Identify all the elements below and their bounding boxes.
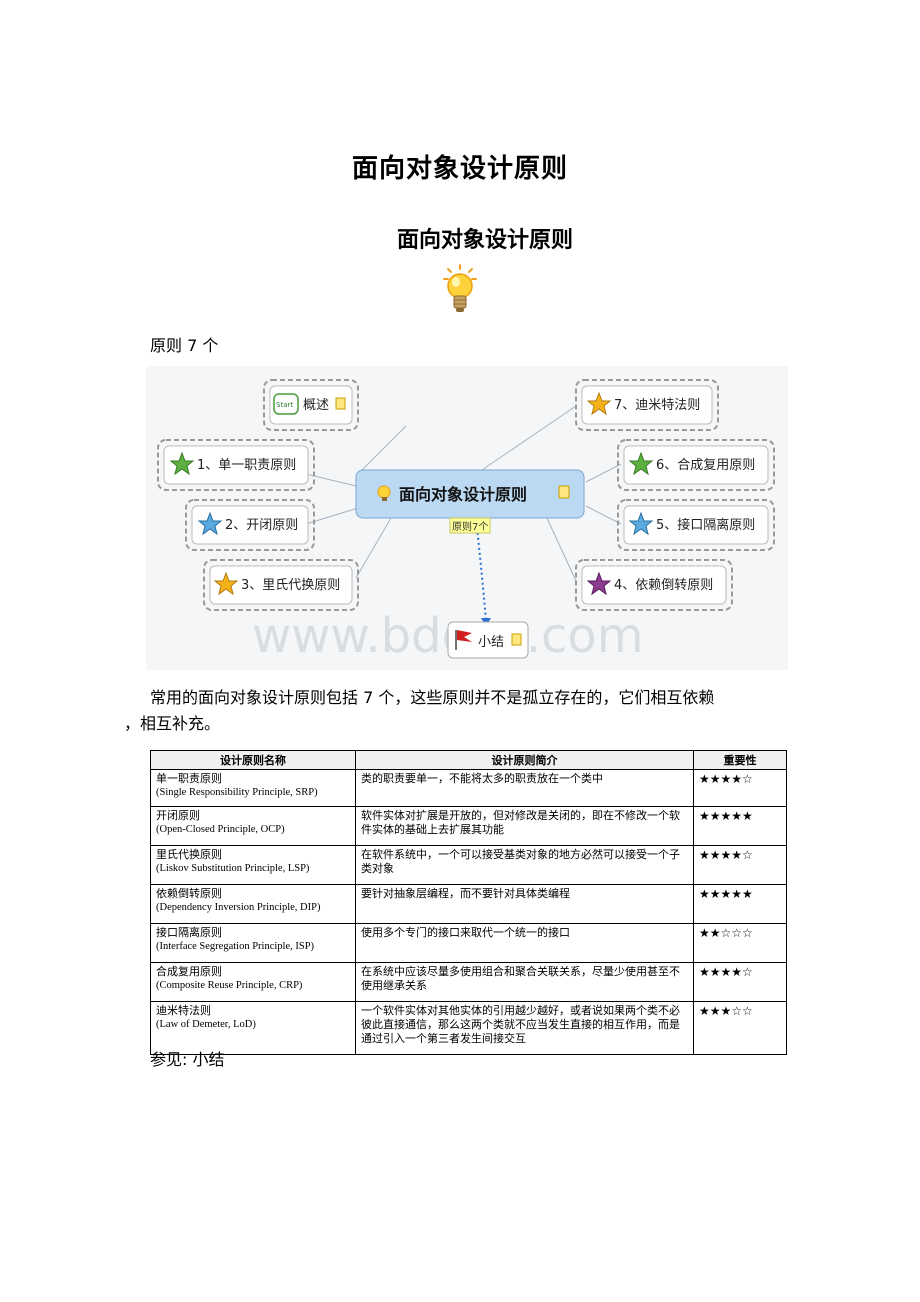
mindmap-node-dip[interactable]: 4、依赖倒转原则: [575, 559, 733, 611]
document-subtitle: 面向对象设计原则: [396, 228, 573, 253]
node-label: 3、里氏代换原则: [241, 578, 340, 593]
principle-description: 要针对抽象层编程，而不要针对具体类编程: [355, 884, 694, 924]
principle-english-name: (Interface Segregation Principle, ISP): [156, 941, 315, 952]
header-name: 设计原则名称: [150, 750, 356, 770]
principle-english-name: (Single Responsibility Principle, SRP): [156, 787, 318, 798]
principle-name-cell: 接口隔离原则 (Interface Segregation Principle, …: [150, 923, 356, 963]
principle-name-cell: 里氏代换原则 (Liskov Substitution Principle, LS…: [150, 845, 356, 885]
mindmap-node-lod[interactable]: 7、迪米特法则: [575, 379, 719, 431]
principle-description: 在软件系统中，一个可以接受基类对象的地方必然可以接受一个子类对象: [355, 845, 694, 885]
document-title: 面向对象设计原则: [351, 154, 568, 184]
header-description: 设计原则简介: [355, 750, 694, 770]
mindmap-node-lsp[interactable]: 3、里氏代换原则: [203, 559, 359, 611]
table-row: 接口隔离原则 (Interface Segregation Principle, …: [150, 923, 787, 963]
lightbulb-icon: [443, 264, 477, 312]
importance-stars: ★★★☆☆: [693, 1001, 787, 1055]
node-label: 2、开闭原则: [225, 518, 298, 533]
principle-name: 接口隔离原则: [156, 926, 222, 939]
description-line-2: ，相互补充。: [124, 714, 221, 733]
node-label: 6、合成复用原则: [656, 458, 755, 473]
principle-english-name: (Liskov Substitution Principle, LSP): [156, 863, 310, 874]
principle-name-cell: 开闭原则 (Open-Closed Principle, OCP): [150, 806, 356, 846]
principle-name: 里氏代换原则: [156, 848, 222, 861]
mindmap-node-summary[interactable]: 小结: [447, 621, 529, 659]
link-label: 原则7个: [449, 517, 491, 534]
principle-description: 类的职责要单一，不能将太多的职责放在一个类中: [355, 769, 694, 807]
node-label: 4、依赖倒转原则: [614, 578, 713, 593]
principle-name: 单一职责原则: [156, 772, 222, 785]
principles-table: 设计原则名称 设计原则简介 重要性 单一职责原则 (Single Responsi…: [150, 750, 787, 1055]
principle-name: 开闭原则: [156, 809, 200, 822]
table-row: 合成复用原则 (Composite Reuse Principle, CRP) 在系…: [150, 962, 787, 1002]
mindmap-diagram: www.bdocx.com 面向对象设计原则 原则7个 Start 概述: [146, 366, 788, 670]
table-row: 开闭原则 (Open-Closed Principle, OCP) 软件实体对扩展是…: [150, 806, 787, 846]
mindmap-node-isp[interactable]: 5、接口隔离原则: [617, 499, 775, 551]
table-header-row: 设计原则名称 设计原则简介 重要性: [150, 750, 787, 770]
table-row: 迪米特法则 (Law of Demeter, LoD) 一个软件实体对其他实体的引用…: [150, 1001, 787, 1055]
note-icon: [511, 633, 522, 646]
node-label: 概述: [303, 398, 329, 413]
principle-name-cell: 单一职责原则 (Single Responsibility Principle, …: [150, 769, 356, 807]
principle-english-name: (Open-Closed Principle, OCP): [156, 824, 285, 835]
node-label: 5、接口隔离原则: [656, 517, 755, 533]
node-label: 7、迪米特法则: [614, 398, 700, 413]
note-icon: [335, 397, 346, 410]
principle-name-cell: 依赖倒转原则 (Dependency Inversion Principle, D…: [150, 884, 356, 924]
importance-stars: ★★★★☆: [693, 769, 787, 807]
mindmap-center-node[interactable]: 面向对象设计原则: [355, 469, 585, 519]
table-row: 依赖倒转原则 (Dependency Inversion Principle, D…: [150, 884, 787, 924]
lightbulb-icon: [377, 485, 391, 499]
mindmap-node-overview[interactable]: Start 概述: [263, 379, 359, 431]
node-label: 小结: [478, 635, 504, 650]
table-row: 里氏代换原则 (Liskov Substitution Principle, LS…: [150, 845, 787, 885]
importance-stars: ★★★★★: [693, 884, 787, 924]
principle-description: 软件实体对扩展是开放的，但对修改是关闭的，即在不修改一个软件实体的基础上去扩展其…: [355, 806, 694, 846]
principle-name-cell: 合成复用原则 (Composite Reuse Principle, CRP): [150, 962, 356, 1002]
mindmap-node-srp[interactable]: 1、单一职责原则: [157, 439, 315, 491]
table-row: 单一职责原则 (Single Responsibility Principle, …: [150, 769, 787, 807]
principle-description: 一个软件实体对其他实体的引用越少越好，或者说如果两个类不必彼此直接通信，那么这两…: [355, 1001, 694, 1055]
node-label: 1、单一职责原则: [197, 458, 296, 473]
mindmap-center-label: 面向对象设计原则: [399, 485, 527, 504]
principle-name: 迪米特法则: [156, 1004, 211, 1017]
importance-stars: ★★☆☆☆: [693, 923, 787, 963]
principle-count-text: 原则 7 个: [150, 336, 219, 355]
see-also-link[interactable]: 参见: 小结: [150, 1046, 224, 1070]
importance-stars: ★★★★★: [693, 806, 787, 846]
description-paragraph: 常用的面向对象设计原则包括 7 个，这些原则并不是孤立存在的，它们相互依赖 ，相…: [124, 685, 800, 737]
importance-stars: ★★★★☆: [693, 962, 787, 1002]
principle-description: 在系统中应该尽量多使用组合和聚合关联关系，尽量少使用甚至不使用继承关系: [355, 962, 694, 1002]
principle-description: 使用多个专门的接口来取代一个统一的接口: [355, 923, 694, 963]
importance-stars: ★★★★☆: [693, 845, 787, 885]
note-icon: [558, 485, 570, 499]
mindmap-node-ocp[interactable]: 2、开闭原则: [185, 499, 315, 551]
principle-name: 合成复用原则: [156, 965, 222, 978]
mindmap-node-crp[interactable]: 6、合成复用原则: [617, 439, 775, 491]
link-label-text: 原则7个: [452, 520, 488, 533]
principle-english-name: (Law of Demeter, LoD): [156, 1019, 256, 1030]
start-badge-text: Start: [276, 401, 293, 409]
header-importance: 重要性: [693, 750, 787, 770]
principle-english-name: (Composite Reuse Principle, CRP): [156, 980, 303, 991]
principle-english-name: (Dependency Inversion Principle, DIP): [156, 902, 321, 913]
principle-name: 依赖倒转原则: [156, 887, 222, 900]
description-line-1: 常用的面向对象设计原则包括 7 个，这些原则并不是孤立存在的，它们相互依赖: [150, 688, 715, 707]
